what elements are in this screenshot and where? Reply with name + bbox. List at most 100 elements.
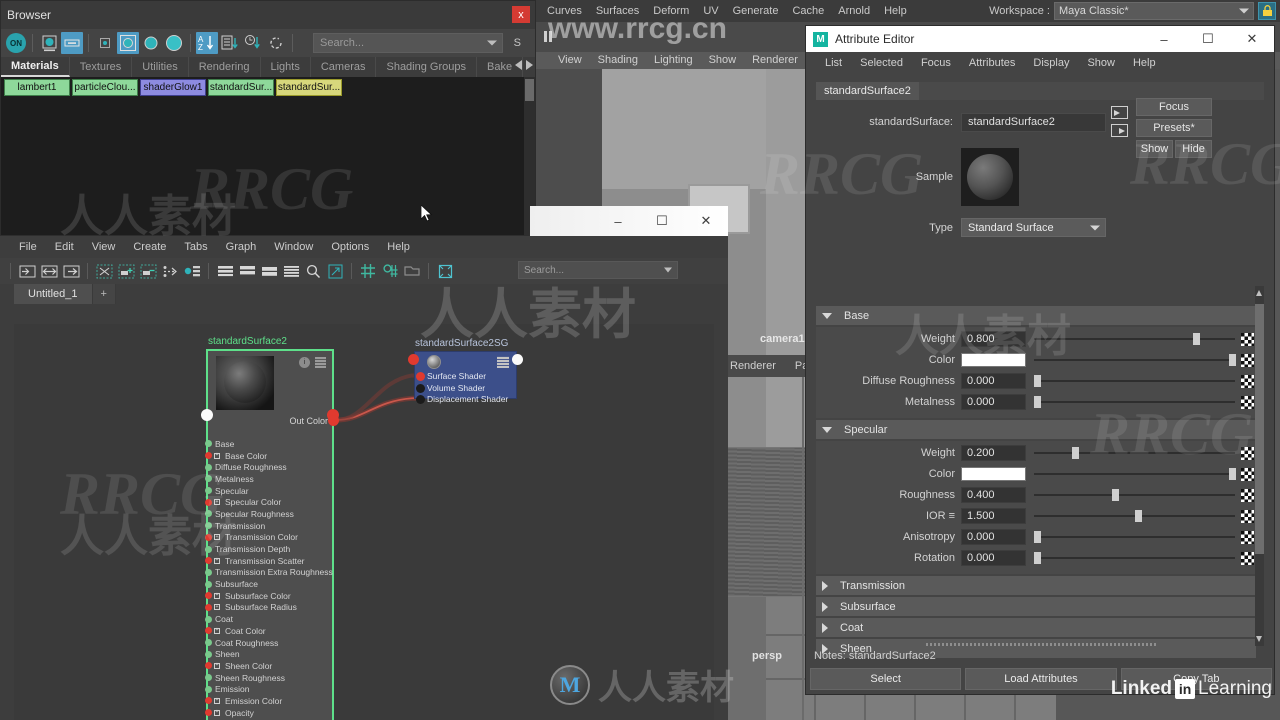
large-swatch-icon[interactable] xyxy=(140,32,162,54)
ae-resize-handle[interactable] xyxy=(926,643,1156,646)
small-swatch-icon[interactable] xyxy=(94,32,116,54)
attr-value-field[interactable]: 0.000 xyxy=(961,550,1026,566)
pause-icon[interactable] xyxy=(540,27,556,45)
ae-next-node-icon[interactable] xyxy=(1111,124,1128,137)
node-standardsurface2sg[interactable]: standardSurface2SG Surface Shader Volume… xyxy=(408,338,523,404)
node-out-color-port[interactable] xyxy=(328,415,339,426)
hypershade-menubar[interactable]: File Edit View Create Tabs Graph Window … xyxy=(0,236,728,258)
scroll-down-icon[interactable] xyxy=(1256,636,1262,642)
search-icon[interactable] xyxy=(303,261,323,281)
slider-knob[interactable] xyxy=(1228,468,1236,480)
expand-icon[interactable]: + xyxy=(214,592,220,599)
port-dot[interactable] xyxy=(205,662,212,670)
hs-menu-graph[interactable]: Graph xyxy=(217,236,266,258)
menu-curves[interactable]: Curves xyxy=(540,0,589,22)
slider-knob[interactable] xyxy=(1192,333,1200,345)
ae-prev-node-icon[interactable] xyxy=(1111,106,1128,119)
hs-menu-edit[interactable]: Edit xyxy=(46,236,83,258)
attr-map-button[interactable] xyxy=(1241,353,1254,367)
slider-knob[interactable] xyxy=(1072,447,1080,459)
port-dot[interactable] xyxy=(205,615,212,623)
ae-section-header-base[interactable]: Base xyxy=(816,306,1256,325)
graph-input-output-connections-icon[interactable] xyxy=(39,261,59,281)
ae-menu-display[interactable]: Display xyxy=(1024,52,1078,74)
material-item-shaderglow1[interactable]: shaderGlow1 xyxy=(140,79,206,96)
attr-map-button[interactable] xyxy=(1241,332,1254,346)
attr-color-swatch[interactable] xyxy=(961,467,1026,481)
attr-value-field[interactable]: 0.400 xyxy=(961,487,1026,503)
node-info-icon[interactable]: i xyxy=(299,357,310,368)
attr-slider[interactable] xyxy=(1034,445,1235,461)
tab-scroll-arrows[interactable] xyxy=(515,60,533,70)
port-dot[interactable] xyxy=(205,627,212,635)
graph-downstream-icon[interactable] xyxy=(160,261,180,281)
hypershade-tab-add[interactable]: + xyxy=(92,284,116,304)
load-graph-icon[interactable] xyxy=(402,261,422,281)
attr-value-field[interactable]: 1.500 xyxy=(961,508,1026,524)
attr-slider[interactable] xyxy=(1034,529,1235,545)
reset-view-icon[interactable] xyxy=(435,261,455,281)
attr-value-field[interactable]: 0.000 xyxy=(961,394,1026,410)
ae-section-header-subsurface[interactable]: Subsurface xyxy=(816,597,1256,616)
ae-showhide-row[interactable]: Show Hide xyxy=(1136,140,1212,161)
ae-node-name-field[interactable]: standardSurface2 xyxy=(961,112,1106,132)
attr-map-button[interactable] xyxy=(1241,488,1254,502)
attr-map-button[interactable] xyxy=(1241,395,1254,409)
material-item-lambert1[interactable]: lambert1 xyxy=(4,79,70,96)
workspace-control[interactable]: Workspace : Maya Classic* xyxy=(989,2,1276,20)
sort-time-icon[interactable] xyxy=(242,32,264,54)
hypershade-tabstrip[interactable]: Untitled_1 + xyxy=(0,284,728,304)
attr-slider[interactable] xyxy=(1034,487,1235,503)
tab-utilities[interactable]: Utilities xyxy=(132,57,189,77)
rearrange-graph-icon[interactable] xyxy=(94,261,114,281)
ae-section-header-transmission[interactable]: Transmission xyxy=(816,576,1256,595)
ae-menu-list[interactable]: List xyxy=(816,52,851,74)
workspace-dropdown[interactable]: Maya Classic* xyxy=(1054,2,1254,20)
graph-input-connections-icon[interactable] xyxy=(17,261,37,281)
close-button[interactable]: ✕ xyxy=(1230,26,1274,52)
medium-swatch-icon[interactable] xyxy=(117,32,139,54)
expand-icon[interactable]: + xyxy=(214,534,220,541)
add-selected-to-graph-icon[interactable] xyxy=(116,261,136,281)
hs-menu-file[interactable]: File xyxy=(10,236,46,258)
port-dot[interactable] xyxy=(205,487,212,495)
viewport2-menu-renderer[interactable]: Renderer xyxy=(722,355,784,377)
refresh-icon[interactable] xyxy=(265,32,287,54)
port-dot[interactable] xyxy=(416,395,425,404)
attribute-editor-window[interactable]: M Attribute Editor – ☐ ✕ List Selected F… xyxy=(805,25,1275,695)
on-toggle-button[interactable]: ON xyxy=(5,32,27,54)
menu-cache[interactable]: Cache xyxy=(785,0,831,22)
frame-selected-icon[interactable] xyxy=(325,261,345,281)
hs-menu-create[interactable]: Create xyxy=(124,236,175,258)
port-dot[interactable] xyxy=(205,650,212,658)
port-dot[interactable] xyxy=(205,510,212,518)
ae-button-stack[interactable]: Focus Presets* Show Hide xyxy=(1136,98,1212,161)
sort-alpha-icon[interactable]: AZ xyxy=(196,32,218,54)
expand-icon[interactable]: + xyxy=(214,697,220,704)
attr-map-button[interactable] xyxy=(1241,374,1254,388)
ae-menu-attributes[interactable]: Attributes xyxy=(960,52,1024,74)
show-button[interactable]: Show xyxy=(1136,140,1173,158)
hypershade-window[interactable]: – ☐ ✕ File Edit View Create Tabs Graph W… xyxy=(0,206,728,720)
tab-cameras[interactable]: Cameras xyxy=(311,57,377,77)
tab-materials[interactable]: Materials xyxy=(1,57,70,77)
ae-section-header-coat[interactable]: Coat xyxy=(816,618,1256,637)
layout-grid-icon[interactable] xyxy=(237,261,257,281)
scroll-up-icon[interactable] xyxy=(1256,290,1262,296)
expand-icon[interactable]: + xyxy=(214,662,220,669)
scrollbar-thumb[interactable] xyxy=(525,79,534,101)
close-icon[interactable]: x xyxy=(512,6,530,23)
node-graph-canvas[interactable]: standardSurface2 i Out Color Base + Base … xyxy=(14,324,714,720)
ae-vertical-scrollbar[interactable] xyxy=(1255,286,1264,646)
select-button[interactable]: Select xyxy=(810,668,962,690)
port-dot[interactable] xyxy=(205,475,212,483)
layout-horizontal-icon[interactable] xyxy=(215,261,235,281)
port-dot[interactable] xyxy=(205,533,212,541)
tab-lights[interactable]: Lights xyxy=(261,57,311,77)
viewport-menu-show[interactable]: Show xyxy=(701,51,745,69)
menu-deform[interactable]: Deform xyxy=(646,0,696,22)
expand-icon[interactable]: + xyxy=(214,627,220,634)
expand-icon[interactable]: + xyxy=(214,557,220,564)
attr-value-field[interactable]: 0.000 xyxy=(961,373,1026,389)
material-item-standardsurface1[interactable]: standardSur... xyxy=(208,79,274,96)
